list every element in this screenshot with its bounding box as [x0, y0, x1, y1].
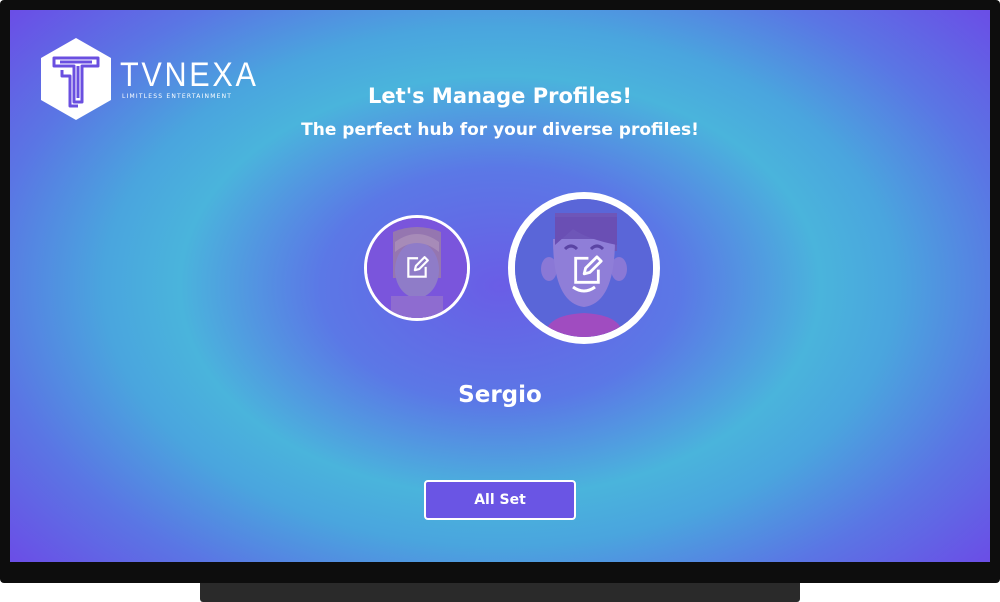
- edit-icon: [574, 255, 603, 284]
- profile-avatar-female[interactable]: [364, 215, 470, 321]
- logo-mark-icon: [41, 38, 111, 120]
- tv-screen: TVNEXA LIMITLESS ENTERTAINMENT Let's Man…: [10, 10, 990, 562]
- brand-logo: TVNEXA LIMITLESS ENTERTAINMENT: [38, 36, 274, 122]
- tv-stand: [200, 583, 800, 602]
- selected-profile-name: Sergio: [458, 382, 542, 408]
- page-subtitle: The perfect hub for your diverse profile…: [301, 120, 699, 140]
- all-set-button[interactable]: All Set: [424, 480, 576, 520]
- edit-icon: [407, 256, 429, 278]
- profile-avatar-male[interactable]: [508, 192, 660, 344]
- page-title: Let's Manage Profiles!: [368, 84, 632, 108]
- tv-frame: TVNEXA LIMITLESS ENTERTAINMENT Let's Man…: [0, 0, 1000, 583]
